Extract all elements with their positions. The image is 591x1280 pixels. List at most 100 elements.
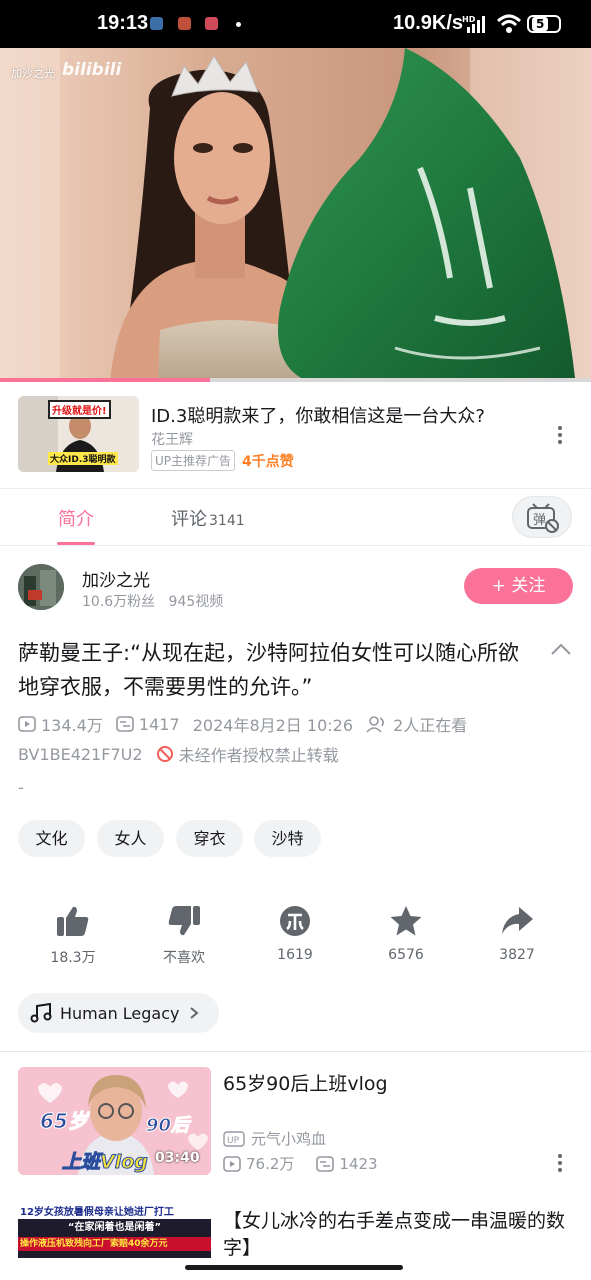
video-frame-image (0, 48, 591, 382)
video-player[interactable]: 加沙之光 bilibili (0, 48, 591, 382)
share-button[interactable]: 3827 (477, 905, 557, 963)
danmaku-icon (116, 716, 134, 732)
recommended-video-thumbnail[interactable]: 12岁女孩放暑假母亲让她进厂打工 “在家闲着也是闲着” 操作液压机致残向工厂索赔… (18, 1206, 211, 1258)
watching-now: 2人正在看 (366, 712, 467, 736)
rec2-thumb-line: 操作液压机致残向工厂索赔40余万元 (18, 1237, 211, 1251)
rec-danmaku: 1423 (339, 1154, 378, 1173)
tag-pill[interactable]: 穿衣 (176, 820, 243, 857)
video-meta-row: 134.4万 1417 2024年8月2日 10:26 2人正在看 (18, 712, 475, 736)
bilibili-logo: bilibili (62, 60, 122, 80)
tag-pill[interactable]: 女人 (97, 820, 164, 857)
rec-thumb-text: 65岁 (40, 1109, 89, 1134)
uploader-stats: 10.6万粉丝 945视频 (82, 591, 223, 611)
tab-comments[interactable]: 评论 3141 (171, 505, 245, 531)
rec-views: 76.2万 (246, 1155, 295, 1173)
favorite-count: 6576 (388, 947, 424, 963)
avatar-image (18, 564, 64, 610)
bvid: BV1BE421F7U2 (18, 744, 143, 764)
svg-text:UP: UP (227, 1136, 240, 1146)
wifi-icon (496, 14, 522, 33)
recommended-video-title[interactable]: 65岁90后上班vlog (223, 1069, 388, 1096)
rec2-thumb-line: 12岁女孩放暑假母亲让她进厂打工 (18, 1206, 211, 1219)
notification-app-icon (150, 17, 163, 30)
share-count: 3827 (499, 947, 535, 963)
uploader-fans: 10.6万粉丝 (82, 594, 156, 610)
star-icon (390, 906, 422, 936)
video-duration: 03:40 (155, 1150, 200, 1166)
rec-more-icon[interactable] (558, 1154, 562, 1172)
publish-date: 2024年8月2日 10:26 (192, 716, 353, 735)
no-repost-notice: 未经作者授权禁止转载 (156, 742, 339, 766)
danmaku-off-icon: 弹 (527, 503, 559, 533)
recommended-video-title[interactable]: 【女儿冰冷的右手差点变成一串温暖的数字】 (223, 1208, 568, 1262)
favorite-button[interactable]: 6576 (366, 905, 446, 963)
rec-thumb-text: 上班Vlog (62, 1151, 149, 1174)
status-bar: 19:13 10.9K/s HD 5 (0, 0, 591, 48)
music-title: Human Legacy (60, 1003, 180, 1023)
rec2-thumb-line: “在家闲着也是闲着” (67, 1222, 162, 1233)
play-count-icon (18, 716, 36, 732)
content-tabs: 简介 评论 3141 弹 (0, 488, 591, 546)
share-arrow-icon (502, 907, 533, 934)
ad-more-icon[interactable] (558, 426, 562, 444)
notification-app-icon (178, 17, 191, 30)
dislike-button[interactable]: 不喜欢 (144, 905, 224, 967)
up-badge-icon: UP (223, 1130, 245, 1147)
ad-thumbnail[interactable]: 升级就是价! 大众ID.3聪明款 (18, 396, 139, 472)
danmaku-toggle-button[interactable]: 弹 (512, 496, 572, 538)
thumbs-up-icon (57, 906, 89, 936)
coin-button[interactable]: 1619 (255, 905, 335, 963)
tab-comments-label: 评论 (171, 509, 207, 530)
svg-text:弹: 弹 (533, 513, 546, 528)
uploader-video-count: 945视频 (168, 594, 224, 610)
music-note-icon (30, 1003, 52, 1023)
home-indicator[interactable] (185, 1265, 403, 1270)
follow-button[interactable]: + 关注 (464, 568, 573, 604)
play-count-icon (223, 1155, 241, 1172)
like-button[interactable]: 18.3万 (33, 905, 113, 967)
like-count: 18.3万 (50, 950, 96, 966)
dislike-label: 不喜欢 (163, 950, 205, 966)
tab-comments-count: 3141 (209, 513, 245, 529)
svg-text:HD: HD (462, 15, 476, 24)
network-speed: 10.9K/s (393, 12, 464, 34)
ad-author[interactable]: 花王辉 (151, 429, 193, 449)
thumbs-down-icon (168, 906, 200, 936)
ad-likes: 4千点赞 (242, 454, 294, 470)
video-id-row: BV1BE421F7U2 未经作者授权禁止转载 (18, 742, 347, 766)
watermark-channel: 加沙之光 (11, 67, 55, 80)
rec-thumb-text: 90后 (145, 1115, 190, 1137)
coin-count: 1619 (277, 947, 313, 963)
battery-level: 5 (532, 17, 549, 31)
uploader-name[interactable]: 加沙之光 (82, 566, 150, 591)
video-title: 萨勒曼王子:“从现在起，沙特阿拉伯女性可以随心所欲地穿衣服，不需要男性的允许。” (18, 641, 519, 699)
tag-pill[interactable]: 文化 (18, 820, 85, 857)
chevron-right-icon (189, 1007, 199, 1019)
section-divider (0, 1051, 591, 1052)
coin-icon (280, 906, 310, 936)
recommended-video-uploader[interactable]: UP 元气小鸡血 (223, 1128, 326, 1149)
active-tab-indicator (57, 542, 95, 545)
view-count: 134.4万 (18, 712, 103, 736)
ad-card[interactable]: 升级就是价! 大众ID.3聪明款 ID.3聪明款来了，你敢相信这是一台大众? 花… (0, 382, 591, 488)
danmaku-count: 1417 (116, 715, 180, 734)
cellular-signal-icon: HD (462, 15, 485, 33)
notification-app-icon (205, 17, 218, 30)
uploader-avatar[interactable] (18, 564, 64, 610)
ad-thumb-caption: 大众ID.3聪明款 (48, 452, 118, 465)
music-chip[interactable]: Human Legacy (18, 993, 219, 1033)
video-description: - (18, 778, 24, 797)
danmaku-icon (316, 1155, 335, 1172)
ad-title[interactable]: ID.3聪明款来了，你敢相信这是一台大众? (151, 402, 485, 428)
more-notifications-dot-icon (236, 22, 241, 27)
tab-intro[interactable]: 简介 (58, 505, 94, 531)
tag-pill[interactable]: 沙特 (254, 820, 321, 857)
battery-icon: 5 (527, 15, 561, 33)
ad-thumb-banner: 升级就是价! (48, 400, 111, 419)
chevron-up-icon[interactable] (550, 642, 572, 656)
ad-tag: UP主推荐广告 (151, 450, 236, 471)
forbidden-icon (156, 746, 173, 762)
status-time: 19:13 (97, 12, 149, 34)
watching-people-icon (366, 716, 385, 733)
recommended-video-stats: 76.2万 1423 (223, 1153, 378, 1174)
